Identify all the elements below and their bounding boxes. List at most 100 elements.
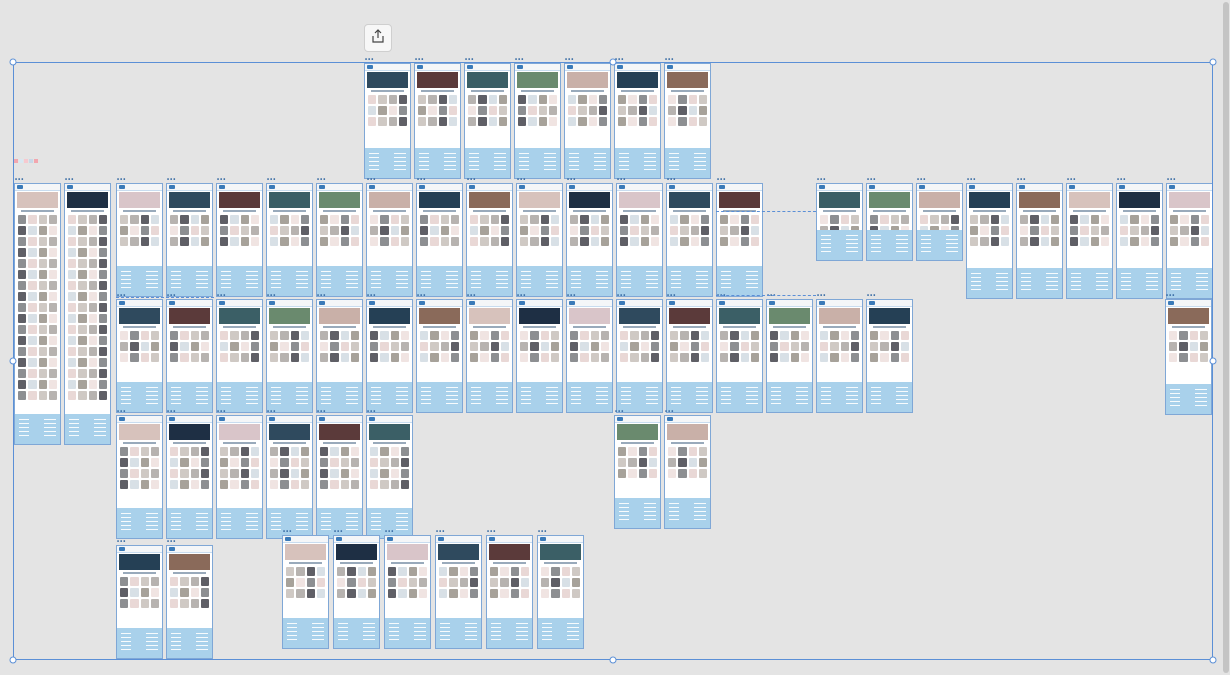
artboard-label[interactable]: ••• [917,177,926,183]
artboard-label[interactable]: ••• [1117,177,1126,183]
artboard-thumbnail[interactable] [566,299,613,413]
artboard-label[interactable]: ••• [617,177,626,183]
artboard-label[interactable]: ••• [317,293,326,299]
artboard-thumbnail[interactable] [486,535,533,649]
artboard-label[interactable]: ••• [217,177,226,183]
artboard-thumbnail[interactable] [766,299,813,413]
artboard-thumbnail[interactable] [614,63,661,179]
artboard-label[interactable]: ••• [665,409,674,415]
resize-handle[interactable] [609,58,617,66]
resize-handle[interactable] [1209,58,1217,66]
artboard-thumbnail[interactable] [166,545,213,659]
artboard-thumbnail[interactable] [316,183,363,297]
artboard-thumbnail[interactable] [866,299,913,413]
artboard-label[interactable]: ••• [367,177,376,183]
artboard-label[interactable]: ••• [1017,177,1026,183]
artboard-thumbnail[interactable] [282,535,329,649]
artboard-label[interactable]: ••• [867,177,876,183]
artboard-thumbnail[interactable] [466,183,513,297]
artboard-label[interactable]: ••• [817,293,826,299]
artboard-thumbnail[interactable] [216,299,263,413]
artboard-label[interactable]: ••• [317,409,326,415]
artboard-label[interactable]: ••• [667,177,676,183]
artboard-thumbnail[interactable] [116,183,163,297]
artboard-label[interactable]: ••• [415,57,424,63]
artboard-thumbnail[interactable] [364,63,411,179]
artboard-thumbnail[interactable] [716,299,763,413]
resize-handle[interactable] [9,58,17,66]
artboard-label[interactable]: ••• [817,177,826,183]
artboard-thumbnail[interactable] [316,299,363,413]
artboard-label[interactable]: ••• [465,57,474,63]
artboard-label[interactable]: ••• [436,529,445,535]
artboard-label[interactable]: ••• [283,529,292,535]
resize-handle[interactable] [1209,357,1217,365]
artboard-thumbnail[interactable] [966,183,1013,299]
artboard-thumbnail[interactable] [516,299,563,413]
artboard-label[interactable]: ••• [267,177,276,183]
artboard-thumbnail[interactable] [1016,183,1063,299]
artboard-thumbnail[interactable] [266,183,313,297]
artboard-label[interactable]: ••• [515,57,524,63]
artboard-label[interactable]: ••• [117,409,126,415]
artboard-label[interactable]: ••• [217,409,226,415]
artboard-thumbnail[interactable] [666,183,713,297]
artboard-thumbnail[interactable] [333,535,380,649]
artboard-label[interactable]: ••• [367,409,376,415]
artboard-thumbnail[interactable] [866,183,913,261]
artboard-label[interactable]: ••• [565,57,574,63]
artboard-label[interactable]: ••• [467,177,476,183]
artboard-thumbnail[interactable] [166,299,213,413]
artboard-label[interactable]: ••• [317,177,326,183]
artboard-thumbnail[interactable] [816,299,863,413]
artboard-label[interactable]: ••• [367,293,376,299]
artboard-thumbnail[interactable] [616,299,663,413]
artboard-thumbnail[interactable] [14,183,61,445]
artboard-thumbnail[interactable] [414,63,461,179]
artboard-thumbnail[interactable] [916,183,963,261]
artboard-label[interactable]: ••• [467,293,476,299]
artboard-label[interactable]: ••• [665,57,674,63]
artboard-thumbnail[interactable] [166,183,213,297]
resize-handle[interactable] [1209,656,1217,664]
artboard-thumbnail[interactable] [1066,183,1113,299]
artboard-thumbnail[interactable] [566,183,613,297]
artboard-thumbnail[interactable] [116,545,163,659]
artboard-label[interactable]: ••• [167,409,176,415]
artboard-thumbnail[interactable] [416,183,463,297]
artboard-thumbnail[interactable] [614,415,661,529]
artboard-thumbnail[interactable] [664,415,711,529]
artboard-thumbnail[interactable] [435,535,482,649]
artboard-thumbnail[interactable] [1165,299,1212,415]
artboard-label[interactable]: ••• [167,177,176,183]
artboard-label[interactable]: ••• [1166,293,1175,299]
artboard-thumbnail[interactable] [516,183,563,297]
artboard-label[interactable]: ••• [538,529,547,535]
artboard-label[interactable]: ••• [1167,177,1176,183]
artboard-thumbnail[interactable] [316,415,363,539]
artboard-label[interactable]: ••• [717,177,726,183]
artboard-thumbnail[interactable] [616,183,663,297]
artboard-thumbnail[interactable] [366,183,413,297]
artboard-label[interactable]: ••• [385,529,394,535]
artboard-thumbnail[interactable] [816,183,863,261]
artboard-thumbnail[interactable] [266,415,313,539]
artboard-label[interactable]: ••• [667,293,676,299]
artboard-thumbnail[interactable] [716,183,763,297]
design-canvas[interactable]: ••• ••• ••• ••• ••• ••• ••• ••• ••• ••• ••• ••• ••• •… [0,0,1230,675]
artboard-label[interactable]: ••• [334,529,343,535]
artboard-label[interactable]: ••• [65,177,74,183]
artboard-label[interactable]: ••• [217,293,226,299]
artboard-thumbnail[interactable] [416,299,463,413]
resize-handle[interactable] [9,656,17,664]
artboard-label[interactable]: ••• [487,529,496,535]
artboard-label[interactable]: ••• [867,293,876,299]
artboard-label[interactable]: ••• [517,293,526,299]
artboard-label[interactable]: ••• [417,177,426,183]
resize-handle[interactable] [609,656,617,664]
artboard-label[interactable]: ••• [617,293,626,299]
artboard-label[interactable]: ••• [117,539,126,545]
share-button[interactable] [364,24,392,52]
artboard-label[interactable]: ••• [567,293,576,299]
artboard-thumbnail[interactable] [1166,183,1213,299]
